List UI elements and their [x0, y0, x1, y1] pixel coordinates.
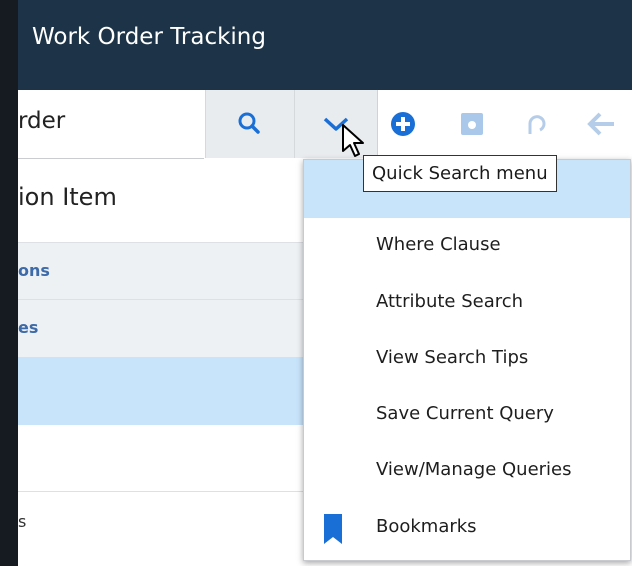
app-window: Work Order Tracking rder ion Item ons es…	[18, 0, 632, 566]
list-item[interactable]: es	[18, 299, 308, 357]
undo-icon[interactable]	[520, 110, 548, 138]
search-input[interactable]: rder	[18, 90, 204, 159]
menu-item-label: Attribute Search	[376, 291, 524, 312]
section-heading: ion Item	[18, 183, 117, 211]
mouse-pointer-icon	[342, 124, 364, 157]
menu-item-bookmarks[interactable]: Bookmarks	[304, 504, 630, 552]
menu-item-label: Where Clause	[376, 234, 501, 255]
back-arrow-icon[interactable]	[586, 110, 616, 138]
list-item[interactable]: s	[18, 492, 308, 566]
list-item-label: ons	[18, 261, 50, 280]
search-button[interactable]	[205, 90, 294, 158]
menu-item-view-search-tips[interactable]: View Search Tips	[304, 335, 630, 383]
app-title: Work Order Tracking	[32, 24, 266, 50]
add-circle-icon[interactable]	[390, 111, 416, 137]
list-item[interactable]: ons	[18, 242, 308, 299]
list-item[interactable]	[18, 425, 308, 492]
menu-item-label: View/Manage Queries	[376, 459, 572, 480]
menu-item-save-current-query[interactable]: Save Current Query	[304, 391, 630, 439]
search-input-value: rder	[18, 108, 66, 134]
toolbar: rder	[18, 90, 632, 159]
menu-item-label: Bookmarks	[376, 516, 477, 537]
list-item-label: s	[18, 512, 27, 531]
menu-item-label: Save Current Query	[376, 403, 554, 424]
menu-item-label: View Search Tips	[376, 347, 529, 368]
menu-item-where-clause[interactable]: Where Clause	[304, 222, 630, 270]
save-icon[interactable]	[459, 111, 485, 137]
quick-search-menu: Where Clause Attribute Search View Searc…	[303, 159, 631, 561]
search-icon	[238, 112, 260, 134]
bookmark-icon	[324, 514, 342, 544]
menu-item-view-manage-queries[interactable]: View/Manage Queries	[304, 447, 630, 495]
list-item-selected[interactable]	[18, 357, 308, 425]
menu-item-attribute-search[interactable]: Attribute Search	[304, 279, 630, 327]
left-panel: ion Item ons es s	[18, 159, 308, 566]
title-bar: Work Order Tracking	[18, 0, 632, 90]
tooltip: Quick Search menu	[363, 155, 557, 192]
list-item-label: es	[18, 318, 39, 337]
